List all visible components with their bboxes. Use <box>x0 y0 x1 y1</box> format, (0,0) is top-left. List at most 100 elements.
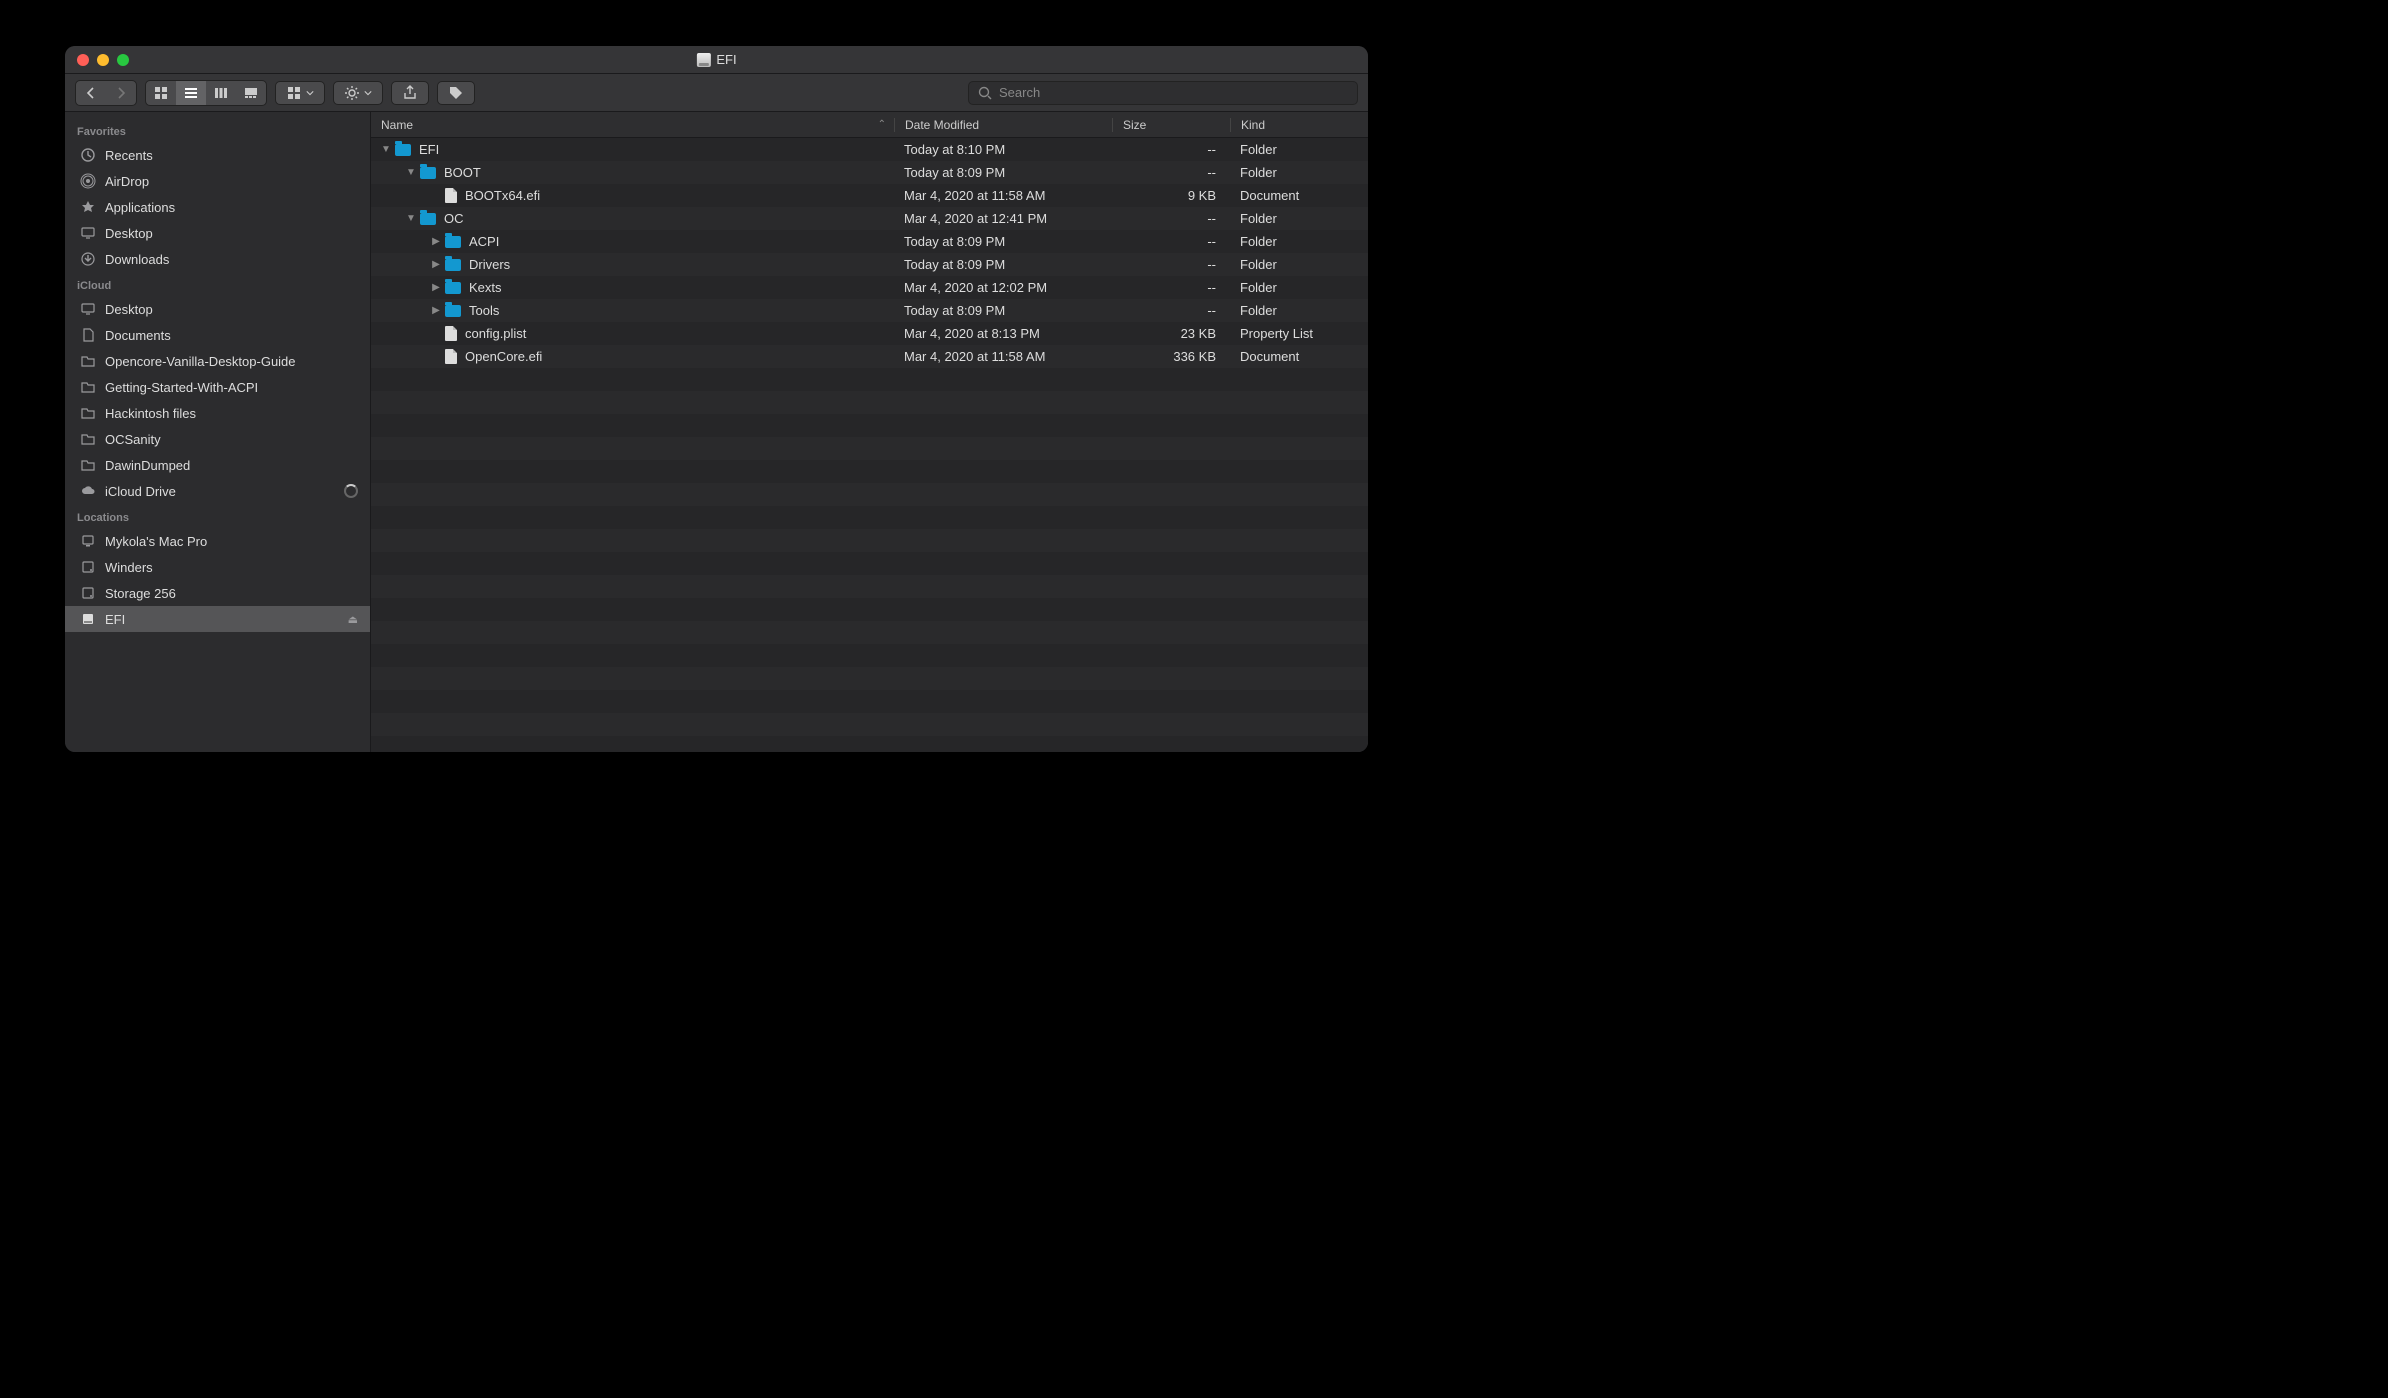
nav-buttons <box>75 80 137 106</box>
group-icon <box>286 85 302 101</box>
row-date: Mar 4, 2020 at 11:58 AM <box>894 188 1112 203</box>
maximize-button[interactable] <box>117 54 129 66</box>
downloads-icon <box>79 251 97 267</box>
file-row[interactable]: ▼OCMar 4, 2020 at 12:41 PM--Folder <box>371 207 1368 230</box>
row-name: EFI <box>419 142 439 157</box>
sidebar-item-label: Applications <box>105 200 175 215</box>
list-icon <box>183 85 199 101</box>
file-row[interactable]: ▶ToolsToday at 8:09 PM--Folder <box>371 299 1368 322</box>
sidebar-item[interactable]: Downloads <box>65 246 370 272</box>
file-row[interactable]: config.plistMar 4, 2020 at 8:13 PM23 KBP… <box>371 322 1368 345</box>
row-size: -- <box>1112 257 1230 272</box>
disclosure-triangle-icon[interactable]: ▼ <box>406 167 416 178</box>
row-name: BOOTx64.efi <box>465 188 540 203</box>
column-name-label: Name <box>381 118 413 132</box>
sidebar-section-label: Locations <box>65 504 370 528</box>
column-kind[interactable]: Kind <box>1230 118 1368 132</box>
column-size[interactable]: Size <box>1112 118 1230 132</box>
sidebar-item[interactable]: OCSanity <box>65 426 370 452</box>
file-row[interactable]: ▶ACPIToday at 8:09 PM--Folder <box>371 230 1368 253</box>
row-size: 336 KB <box>1112 349 1230 364</box>
sidebar-item[interactable]: AirDrop <box>65 168 370 194</box>
column-size-label: Size <box>1123 118 1146 132</box>
file-row[interactable]: ▶DriversToday at 8:09 PM--Folder <box>371 253 1368 276</box>
row-size: -- <box>1112 211 1230 226</box>
sidebar-item[interactable]: Documents <box>65 322 370 348</box>
sidebar-item[interactable]: Recents <box>65 142 370 168</box>
row-name-cell: config.plist <box>371 326 894 341</box>
close-button[interactable] <box>77 54 89 66</box>
column-view-button[interactable] <box>206 81 236 105</box>
search-icon <box>977 85 993 101</box>
row-kind: Folder <box>1230 211 1368 226</box>
file-row[interactable]: ▼EFIToday at 8:10 PM--Folder <box>371 138 1368 161</box>
content-area: Name ⌃ Date Modified Size Kind ▼EFIToday… <box>371 112 1368 752</box>
sidebar-item[interactable]: iCloud Drive <box>65 478 370 504</box>
disclosure-triangle-icon[interactable]: ▼ <box>381 144 391 155</box>
cloud-icon <box>79 483 97 499</box>
file-row[interactable]: ▶KextsMar 4, 2020 at 12:02 PM--Folder <box>371 276 1368 299</box>
forward-button[interactable] <box>106 81 136 105</box>
tags-button[interactable] <box>437 81 475 105</box>
row-kind: Folder <box>1230 165 1368 180</box>
sidebar-item[interactable]: Applications <box>65 194 370 220</box>
disclosure-triangle-icon[interactable]: ▶ <box>431 305 441 316</box>
folder-icon <box>79 353 97 369</box>
sidebar-item[interactable]: DawinDumped <box>65 452 370 478</box>
disclosure-triangle-icon[interactable]: ▼ <box>406 213 416 224</box>
file-row[interactable]: ▼BOOTToday at 8:09 PM--Folder <box>371 161 1368 184</box>
sidebar-section-label: iCloud <box>65 272 370 296</box>
disclosure-triangle-icon[interactable]: ▶ <box>431 236 441 247</box>
row-date: Mar 4, 2020 at 12:41 PM <box>894 211 1112 226</box>
sidebar-item-label: Desktop <box>105 302 153 317</box>
chevron-down-icon <box>306 89 314 97</box>
sidebar-item-label: Desktop <box>105 226 153 241</box>
file-row[interactable]: OpenCore.efi Mar 4, 2020 at 11:58 AM336 K… <box>371 345 1368 368</box>
disclosure-triangle-icon[interactable]: ▶ <box>431 282 441 293</box>
row-date: Today at 8:09 PM <box>894 165 1112 180</box>
disclosure-triangle-icon[interactable]: ▶ <box>431 259 441 270</box>
sidebar-item[interactable]: Opencore-Vanilla-Desktop-Guide <box>65 348 370 374</box>
back-button[interactable] <box>76 81 106 105</box>
documents-icon <box>79 327 97 343</box>
apps-icon <box>79 199 97 215</box>
file-icon <box>445 188 457 203</box>
window-title: EFI <box>696 52 736 67</box>
row-name-cell: ▶Tools <box>371 303 894 318</box>
action-button[interactable] <box>333 81 383 105</box>
loading-icon <box>344 484 358 498</box>
column-date[interactable]: Date Modified <box>894 118 1112 132</box>
view-switcher <box>145 80 267 106</box>
sidebar-item[interactable]: Desktop <box>65 220 370 246</box>
column-name[interactable]: Name ⌃ <box>371 118 894 132</box>
folder-icon <box>420 167 436 179</box>
sidebar-item[interactable]: Winders <box>65 554 370 580</box>
row-name: OpenCore.efi <box>465 349 542 364</box>
sidebar-item[interactable]: Getting-Started-With-ACPI <box>65 374 370 400</box>
group-button[interactable] <box>275 81 325 105</box>
minimize-button[interactable] <box>97 54 109 66</box>
row-name-cell: ▼ EFI <box>371 142 894 157</box>
sidebar-item-label: AirDrop <box>105 174 149 189</box>
row-date: Mar 4, 2020 at 11:58 AM <box>894 349 1112 364</box>
row-size: -- <box>1112 234 1230 249</box>
file-icon <box>445 326 457 341</box>
sidebar-item[interactable]: Storage 256 <box>65 580 370 606</box>
list-view-button[interactable] <box>176 81 206 105</box>
share-button[interactable] <box>391 81 429 105</box>
folder-icon <box>79 405 97 421</box>
mac-icon <box>79 533 97 549</box>
airdrop-icon <box>79 173 97 189</box>
sidebar-item[interactable]: EFI⏏ <box>65 606 370 632</box>
row-date: Today at 8:09 PM <box>894 257 1112 272</box>
search-input[interactable] <box>999 85 1349 100</box>
row-size: -- <box>1112 303 1230 318</box>
gallery-view-button[interactable] <box>236 81 266 105</box>
sidebar-item[interactable]: Hackintosh files <box>65 400 370 426</box>
icon-view-button[interactable] <box>146 81 176 105</box>
eject-icon[interactable]: ⏏ <box>348 613 358 626</box>
sidebar-item[interactable]: Desktop <box>65 296 370 322</box>
file-row[interactable]: BOOTx64.efiMar 4, 2020 at 11:58 AM9 KBDo… <box>371 184 1368 207</box>
sidebar-item[interactable]: Mykola's Mac Pro <box>65 528 370 554</box>
search-field[interactable] <box>968 81 1358 105</box>
